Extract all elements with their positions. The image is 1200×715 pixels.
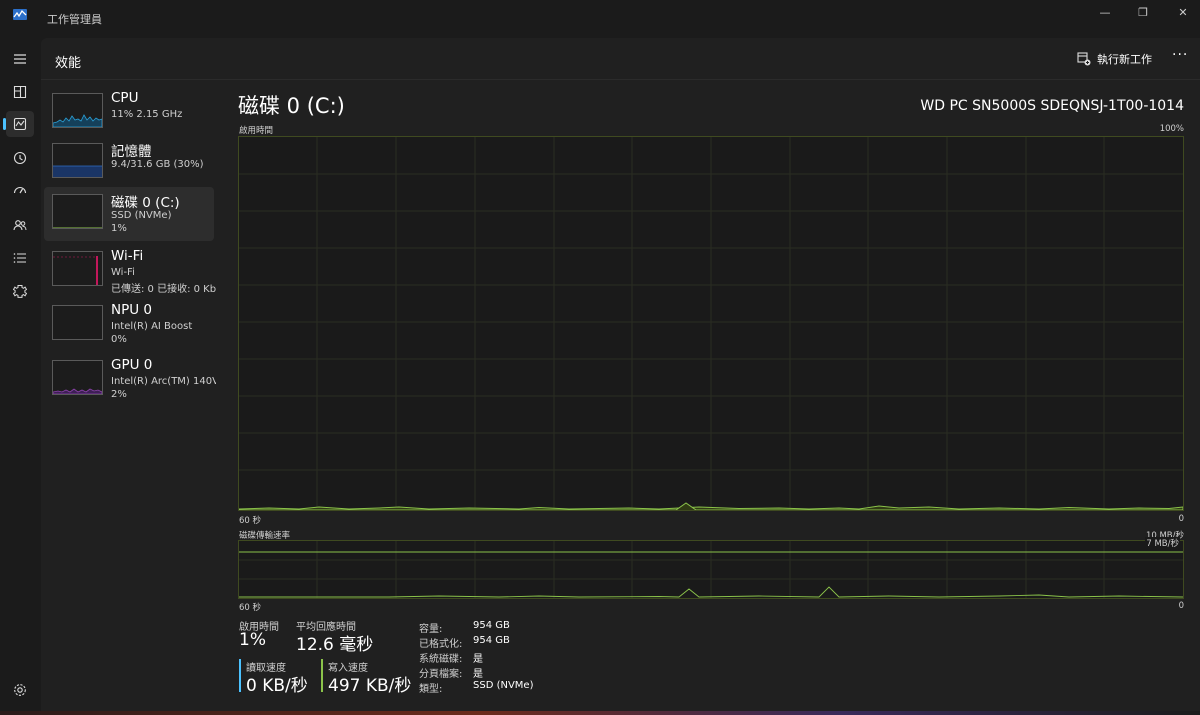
disk-title: 磁碟 0 (C:) — [238, 94, 345, 118]
active-time-time-start: 60 秒 — [239, 516, 262, 526]
active-time-time-end: 0 — [1178, 514, 1184, 524]
formatted-key: 已格式化: — [419, 639, 463, 650]
page-file-key: 分頁檔案: — [419, 669, 463, 680]
performance-icon[interactable] — [3, 111, 34, 137]
transfer-rate-graph: 7 MB/秒 — [238, 537, 1184, 599]
page-file-value: 是 — [473, 669, 483, 680]
device-name: 記憶體 — [111, 144, 152, 160]
title-bar: 工作管理員 — ❐ ✕ — [0, 0, 1200, 38]
maximize-button[interactable]: ❐ — [1128, 6, 1158, 20]
minimize-button[interactable]: — — [1090, 6, 1120, 20]
services-icon[interactable] — [6, 278, 34, 304]
device-detail: SSD (NVMe) — [111, 210, 172, 221]
details-icon[interactable] — [6, 245, 34, 271]
active-time-graph-plot — [239, 137, 1183, 510]
device-item-cpu[interactable]: CPU 11% 2.15 GHz — [44, 86, 214, 140]
active-time-graph — [238, 136, 1184, 511]
device-detail: Wi-Fi — [111, 267, 135, 278]
settings-icon[interactable] — [6, 677, 34, 703]
read-speed-indicator — [239, 659, 241, 692]
window-title: 工作管理員 — [47, 13, 102, 26]
transfer-rate-time-start: 60 秒 — [239, 603, 262, 613]
device-name: GPU 0 — [111, 357, 153, 373]
menu-icon[interactable] — [6, 46, 34, 72]
page-header: 效能 執行新工作 ··· — [41, 38, 1200, 80]
device-usage: 1% — [111, 223, 127, 234]
users-icon[interactable] — [6, 212, 34, 238]
page-title: 效能 — [55, 56, 82, 71]
startup-icon[interactable] — [6, 178, 34, 204]
active-indicator — [3, 118, 6, 130]
active-time-max-label: 100% — [1159, 124, 1184, 134]
disk-thumbnail-graph — [52, 194, 103, 229]
npu-thumbnail-graph — [52, 305, 103, 340]
processes-icon[interactable] — [6, 79, 34, 105]
formatted-value: 954 GB — [473, 635, 510, 646]
capacity-value: 954 GB — [473, 620, 510, 631]
active-time-graph-label: 啟用時間 — [239, 126, 274, 136]
device-item-gpu-0[interactable]: GPU 0 Intel(R) Arc(TM) 140V ... 2% — [44, 353, 216, 407]
device-name: CPU — [111, 90, 139, 106]
capacity-key: 容量: — [419, 624, 443, 635]
navigation-rail — [0, 38, 41, 715]
device-usage: 2% — [111, 389, 127, 400]
disk-model: WD PC SN5000S SDEQNSJ-1T00-1014 — [920, 98, 1184, 114]
write-speed-value: 497 KB/秒 — [328, 676, 412, 696]
device-detail: 11% 2.15 GHz — [111, 109, 183, 120]
run-new-task-button[interactable]: 執行新工作 — [1077, 50, 1152, 68]
device-item-wifi[interactable]: Wi-Fi Wi-Fi 已傳送: 0 已接收: 0 Kbps — [44, 244, 216, 298]
device-usage: 0% — [111, 334, 127, 345]
cpu-thumbnail-graph — [52, 93, 103, 128]
system-disk-key: 系統磁碟: — [419, 654, 463, 665]
type-value: SSD (NVMe) — [473, 680, 534, 691]
task-manager-app-icon — [13, 9, 27, 20]
device-detail: 9.4/31.6 GB (30%) — [111, 159, 204, 170]
transfer-rate-time-end: 0 — [1178, 601, 1184, 611]
write-speed-indicator — [321, 659, 323, 692]
device-name: Wi-Fi — [111, 248, 144, 264]
content-pane: 效能 執行新工作 ··· CPU 11% 2.15 GHz 記憶體 9.4/31… — [41, 38, 1200, 715]
more-options-button[interactable]: ··· — [1172, 47, 1188, 63]
system-disk-value: 是 — [473, 654, 483, 665]
bottom-edge-glow — [0, 711, 1200, 715]
active-time-value: 1% — [239, 630, 266, 650]
wifi-thumbnail-graph — [52, 251, 103, 286]
device-detail: Intel(R) AI Boost — [111, 321, 193, 332]
device-item-npu-0[interactable]: NPU 0 Intel(R) AI Boost 0% — [44, 298, 214, 352]
avg-response-value: 12.6 毫秒 — [296, 635, 374, 655]
run-new-task-label: 執行新工作 — [1097, 53, 1152, 66]
transfer-rate-scale-label: 7 MB/秒 — [1145, 537, 1180, 549]
device-detail: Intel(R) Arc(TM) 140V ... — [111, 376, 216, 387]
device-item-disk-0[interactable]: 磁碟 0 (C:) SSD (NVMe) 1% — [44, 187, 214, 241]
run-task-icon — [1077, 52, 1091, 66]
transfer-rate-graph-plot — [239, 541, 1183, 598]
device-usage: 已傳送: 0 已接收: 0 Kbps — [111, 284, 216, 295]
memory-thumbnail-graph — [52, 143, 103, 178]
device-name: 磁碟 0 (C:) — [111, 195, 180, 211]
gpu-thumbnail-graph — [52, 360, 103, 395]
app-history-icon[interactable] — [6, 145, 34, 171]
read-speed-value: 0 KB/秒 — [246, 676, 308, 696]
device-item-memory[interactable]: 記憶體 9.4/31.6 GB (30%) — [44, 136, 214, 190]
type-key: 類型: — [419, 684, 443, 695]
device-name: NPU 0 — [111, 302, 153, 318]
close-button[interactable]: ✕ — [1168, 6, 1198, 20]
